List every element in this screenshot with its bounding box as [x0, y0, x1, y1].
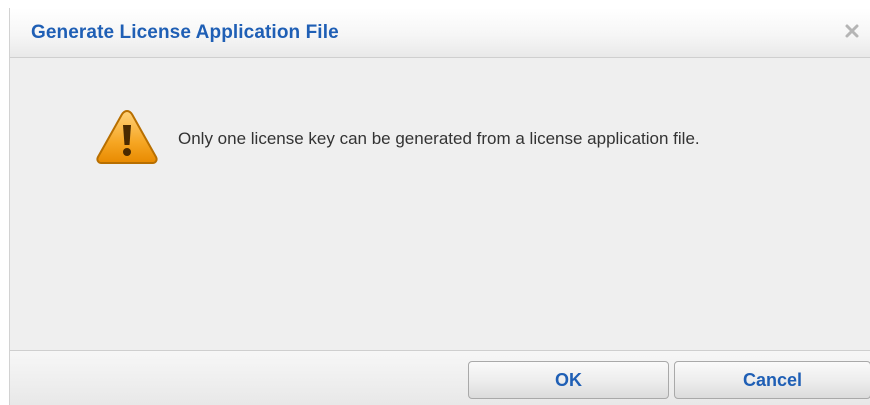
dialog-message: Only one license key can be generated fr…: [178, 129, 700, 148]
warning-icon: [95, 108, 159, 166]
dialog-title: Generate License Application File: [31, 22, 339, 43]
dialog-body: Only one license key can be generated fr…: [10, 58, 870, 350]
dialog-footer: OK Cancel: [10, 350, 870, 405]
license-dialog: Generate License Application File Only o…: [9, 8, 870, 405]
ok-button[interactable]: OK: [468, 361, 669, 399]
cancel-button[interactable]: Cancel: [674, 361, 870, 399]
close-icon[interactable]: [842, 21, 862, 41]
dialog-titlebar: Generate License Application File: [10, 8, 870, 58]
